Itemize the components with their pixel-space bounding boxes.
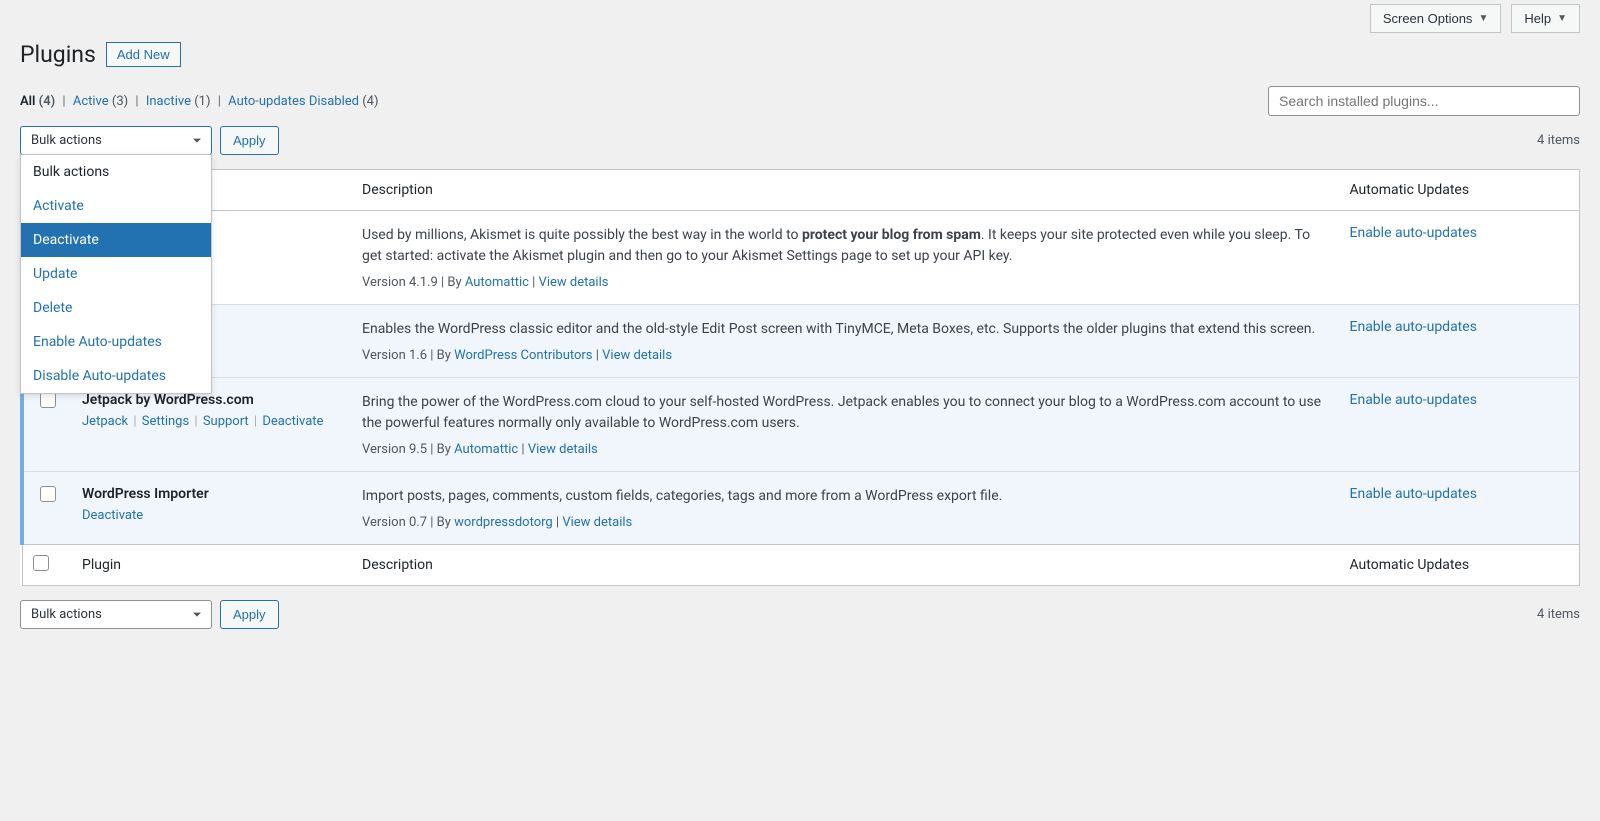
filter-all-label: All [20,94,35,109]
view-details-link[interactable]: View details [602,348,672,363]
plugin-description: Enables the WordPress classic editor and… [362,319,1330,340]
separator: | [130,414,140,429]
help-label: Help [1524,11,1551,26]
row-checkbox[interactable] [40,392,56,408]
row-actions: Jetpack | Settings | Support | Deactivat… [82,414,342,429]
plugin-description: Import posts, pages, comments, custom fi… [362,486,1330,507]
column-description-footer[interactable]: Description [352,545,1340,586]
row-actions: Deactivate [82,508,342,523]
plugin-action-deactivate[interactable]: Deactivate [262,414,323,429]
bulk-option-delete[interactable]: Delete [21,291,211,325]
items-count-bottom: 4 items [1537,607,1580,622]
plugins-table: Plugin Description Automatic Updates Use… [20,169,1580,586]
filter-all-count: (4) [39,94,56,109]
plugin-action-support[interactable]: Support [203,414,249,429]
plugin-description: Used by millions, Akismet is quite possi… [362,225,1330,267]
apply-button-top[interactable]: Apply [220,126,279,155]
view-details-link[interactable]: View details [539,275,609,290]
plugin-meta: Version 4.1.9 | By Automattic | View det… [362,275,1330,290]
add-new-button[interactable]: Add New [106,42,181,67]
separator: | [251,414,261,429]
plugin-title: WordPress Importer [82,486,342,502]
column-auto-updates-footer[interactable]: Automatic Updates [1340,545,1580,586]
filter-active-label: Active [73,94,109,109]
column-description[interactable]: Description [352,170,1340,211]
screen-options-label: Screen Options [1383,11,1473,26]
separator: | [191,414,201,429]
bulk-option-activate[interactable]: Activate [21,189,211,223]
plugin-author-link[interactable]: Automattic [454,442,518,457]
filter-active-link[interactable]: Active (3) [73,94,132,109]
separator: | [135,94,138,109]
filter-active-count: (3) [112,94,128,109]
enable-auto-updates-link[interactable]: Enable auto-updates [1350,225,1477,241]
enable-auto-updates-link[interactable]: Enable auto-updates [1350,486,1477,502]
table-row: Used by millions, Akismet is quite possi… [22,211,1580,305]
bulk-option-update[interactable]: Update [21,257,211,291]
row-checkbox[interactable] [40,486,56,502]
filter-all-link[interactable]: All (4) [20,94,58,109]
plugin-meta: Version 9.5 | By Automattic | View detai… [362,442,1330,457]
desc-text: Used by millions, Akismet is quite possi… [362,227,802,243]
items-count-top: 4 items [1537,133,1580,148]
filter-inactive-count: (1) [194,94,210,109]
desc-bold: protect your blog from spam [802,227,981,243]
table-row: Enables the WordPress classic editor and… [22,305,1580,378]
plugin-author-link[interactable]: wordpressdotorg [454,515,553,530]
table-row: WordPress Importer Deactivate Import pos… [22,472,1580,545]
page-title: Plugins [20,41,96,68]
bulk-option-disable-auto-updates[interactable]: Disable Auto-updates [21,359,211,393]
plugin-title: Jetpack by WordPress.com [82,392,342,408]
plugin-version-by: Version 0.7 | By [362,515,454,530]
filter-auto-disabled-label: Auto-updates Disabled [228,94,359,109]
view-details-link[interactable]: View details [528,442,598,457]
plugin-action-deactivate[interactable]: Deactivate [82,508,143,523]
plugin-author-link[interactable]: Automattic [465,275,529,290]
screen-options-button[interactable]: Screen Options ▼ [1370,4,1502,33]
search-input[interactable] [1268,86,1580,116]
filter-inactive-link[interactable]: Inactive (1) [146,94,214,109]
separator: | [218,94,221,109]
plugin-description: Bring the power of the WordPress.com clo… [362,392,1330,434]
caret-down-icon: ▼ [1478,13,1488,24]
filter-auto-disabled-count: (4) [362,94,378,109]
enable-auto-updates-link[interactable]: Enable auto-updates [1350,319,1477,335]
bulk-actions-dropdown: Bulk actions Activate Deactivate Update … [20,154,212,394]
plugin-meta: Version 0.7 | By wordpressdotorg | View … [362,515,1330,530]
apply-button-bottom[interactable]: Apply [220,600,279,629]
bulk-actions-select-bottom[interactable]: Bulk actions [20,600,212,629]
column-auto-updates[interactable]: Automatic Updates [1340,170,1580,211]
help-button[interactable]: Help ▼ [1511,4,1580,33]
bulk-option-enable-auto-updates[interactable]: Enable Auto-updates [21,325,211,359]
filter-auto-updates-disabled-link[interactable]: Auto-updates Disabled (4) [228,94,378,109]
plugin-version-by: Version 1.6 | By [362,348,454,363]
column-plugin-footer[interactable]: Plugin [72,545,352,586]
plugin-version-by: Version 9.5 | By [362,442,454,457]
plugin-meta: Version 1.6 | By WordPress Contributors … [362,348,1330,363]
bulk-actions-select-top[interactable]: Bulk actions [20,126,212,155]
plugin-action-settings[interactable]: Settings [142,414,189,429]
enable-auto-updates-link[interactable]: Enable auto-updates [1350,392,1477,408]
plugin-author-link[interactable]: WordPress Contributors [454,348,592,363]
separator: | [62,94,65,109]
caret-down-icon: ▼ [1557,13,1567,24]
select-all-checkbox-bottom[interactable] [33,555,49,571]
view-details-link[interactable]: View details [562,515,632,530]
bulk-option-deactivate[interactable]: Deactivate [21,223,211,257]
filter-links: All (4) | Active (3) | Inactive (1) | Au… [20,94,379,109]
plugin-version-by: Version 4.1.9 | By [362,275,465,290]
bulk-option-bulk-actions[interactable]: Bulk actions [21,155,211,189]
table-row: Jetpack by WordPress.com Jetpack | Setti… [22,378,1580,472]
plugin-action-jetpack[interactable]: Jetpack [82,414,128,429]
filter-inactive-label: Inactive [146,94,191,109]
